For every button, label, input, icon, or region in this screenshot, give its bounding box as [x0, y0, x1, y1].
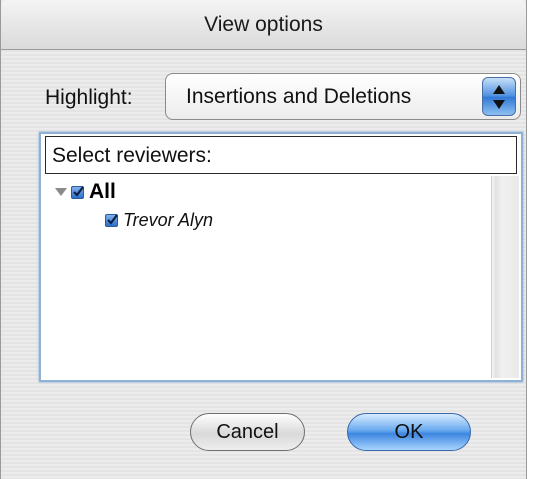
disclosure-triangle-icon[interactable] [53, 184, 69, 200]
title-bar[interactable]: View options [1, 0, 526, 50]
trevor-alyn-checkbox[interactable] [105, 213, 118, 227]
window-title: View options [204, 13, 323, 36]
up-down-arrows-icon [482, 77, 516, 116]
list-item-all[interactable]: All [53, 180, 116, 204]
all-checkbox[interactable] [71, 185, 84, 199]
reviewers-panel: Select reviewers: All Trevor Alyn [39, 132, 523, 382]
highlight-popup-button[interactable]: Insertions and Deletions [165, 73, 521, 120]
trevor-alyn-label: Trevor Alyn [123, 209, 214, 230]
highlight-label: Highlight: [45, 86, 133, 109]
view-options-dialog: View options Highlight: Insertions and D… [0, 0, 527, 479]
list-item-trevor-alyn[interactable]: Trevor Alyn [103, 208, 213, 232]
cancel-button-label: Cancel [216, 421, 279, 443]
ok-button[interactable]: OK [347, 413, 471, 451]
cancel-button[interactable]: Cancel [190, 413, 305, 451]
reviewers-header-label: Select reviewers: [52, 144, 212, 167]
all-label: All [89, 180, 116, 203]
highlight-selected-value: Insertions and Deletions [186, 85, 412, 108]
ok-button-label: OK [394, 421, 424, 443]
reviewers-list[interactable]: All Trevor Alyn [43, 176, 491, 378]
vertical-scrollbar[interactable] [491, 176, 519, 378]
reviewers-header: Select reviewers: [45, 136, 517, 174]
